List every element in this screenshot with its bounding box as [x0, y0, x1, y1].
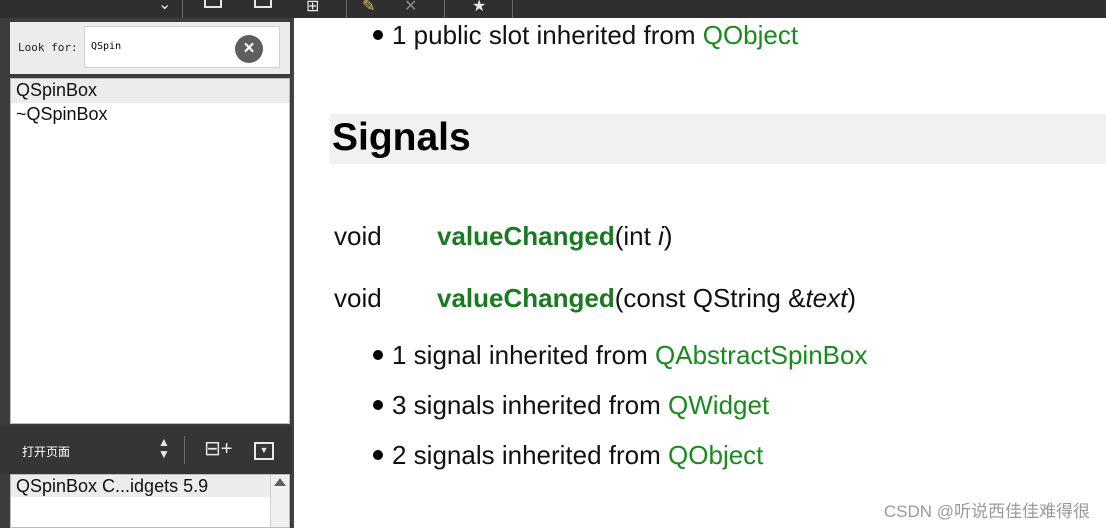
- section-header: Signals: [330, 114, 1106, 164]
- index-sidebar: ⌄ Look for: QSpin × QSpinBox ~QSpinBox 打…: [0, 0, 292, 528]
- toolbar-separator: [512, 0, 513, 18]
- return-type: void: [334, 221, 382, 251]
- toolbar-separator: [182, 0, 183, 18]
- split-view-icon[interactable]: [204, 0, 222, 8]
- toolbar-separator: [346, 0, 347, 18]
- list-item: 1 signal inherited from QAbstractSpinBox: [373, 340, 867, 371]
- signal-row: void valueChanged(const QString &text): [334, 283, 856, 314]
- sidebar-top-toolbar: ⌄: [0, 0, 292, 18]
- watermark: CSDN @听说西佳佳难得很: [883, 502, 1090, 521]
- signal-params-open: (int: [614, 221, 659, 251]
- bullet-text: 3 signals inherited from: [392, 390, 669, 420]
- bookmark-icon[interactable]: ★: [472, 0, 486, 16]
- list-item: 3 signals inherited from QWidget: [373, 390, 769, 421]
- signal-params-close: ): [663, 221, 673, 251]
- bullet-text: 2 signals inherited from: [392, 440, 669, 470]
- signal-params-close: ): [847, 283, 857, 313]
- bullet-icon: [373, 450, 383, 460]
- open-pages-label: 打开页面: [22, 445, 71, 459]
- signal-row: void valueChanged(int i): [334, 221, 673, 252]
- list-item[interactable]: QSpinBox: [11, 79, 289, 103]
- bullet-icon: [373, 350, 383, 360]
- qwidget-link[interactable]: QWidget: [668, 390, 769, 420]
- toolbar-separator: [444, 0, 445, 18]
- signal-param: text: [805, 283, 848, 313]
- content-toolbar: ⊞ ✎ ✕ ★: [292, 0, 1106, 18]
- signal-params-open: (const QString &: [614, 283, 806, 313]
- look-for-label: Look for:: [18, 41, 78, 54]
- open-pages-header: 打开页面 ▲ ▼ ⊟+ ▼: [0, 426, 292, 474]
- highlight-icon[interactable]: ✎: [362, 0, 375, 16]
- bullet-text: 1 public slot inherited from: [392, 20, 703, 50]
- return-type: void: [334, 283, 382, 313]
- sort-arrows-icon[interactable]: ▲ ▼: [158, 436, 170, 460]
- search-input[interactable]: QSpin ×: [84, 26, 280, 68]
- list-item: 1 public slot inherited from QObject: [373, 20, 798, 51]
- bullet-text: 1 signal inherited from: [392, 340, 656, 370]
- list-item[interactable]: ~QSpinBox: [11, 103, 289, 127]
- documentation-content: 1 public slot inherited from QObject Sig…: [292, 18, 1106, 528]
- scroll-up-icon[interactable]: [274, 478, 286, 486]
- index-results-list[interactable]: QSpinBox ~QSpinBox: [10, 78, 290, 424]
- list-item[interactable]: QSpinBox C...idgets 5.9: [11, 475, 271, 497]
- qobject-link[interactable]: QObject: [703, 20, 798, 50]
- open-pages-list[interactable]: QSpinBox C...idgets 5.9: [10, 474, 290, 528]
- search-input-value: QSpin: [91, 41, 122, 52]
- signal-name-link[interactable]: valueChanged: [437, 221, 615, 251]
- qabstractspinbox-link[interactable]: QAbstractSpinBox: [655, 340, 867, 370]
- close-page-icon[interactable]: ▼: [254, 442, 274, 460]
- toolbar-separator: [184, 436, 185, 464]
- qobject-link[interactable]: QObject: [668, 440, 763, 470]
- bullet-icon: [373, 400, 383, 410]
- signal-name-link[interactable]: valueChanged: [437, 283, 615, 313]
- bullet-icon: [373, 30, 383, 40]
- split-view-icon[interactable]: ⊞: [306, 0, 319, 16]
- clear-search-button[interactable]: ×: [235, 35, 263, 63]
- scrollbar[interactable]: [270, 475, 289, 527]
- section-title: Signals: [332, 116, 471, 159]
- index-search-row: Look for: QSpin ×: [10, 22, 290, 74]
- remove-icon[interactable]: ✕: [404, 0, 417, 16]
- split-add-icon[interactable]: ⊟+: [204, 438, 232, 460]
- chevron-down-icon[interactable]: ⌄: [158, 0, 171, 14]
- close-view-icon[interactable]: [254, 0, 272, 8]
- list-item: 2 signals inherited from QObject: [373, 440, 763, 471]
- clear-icon: ×: [243, 38, 255, 59]
